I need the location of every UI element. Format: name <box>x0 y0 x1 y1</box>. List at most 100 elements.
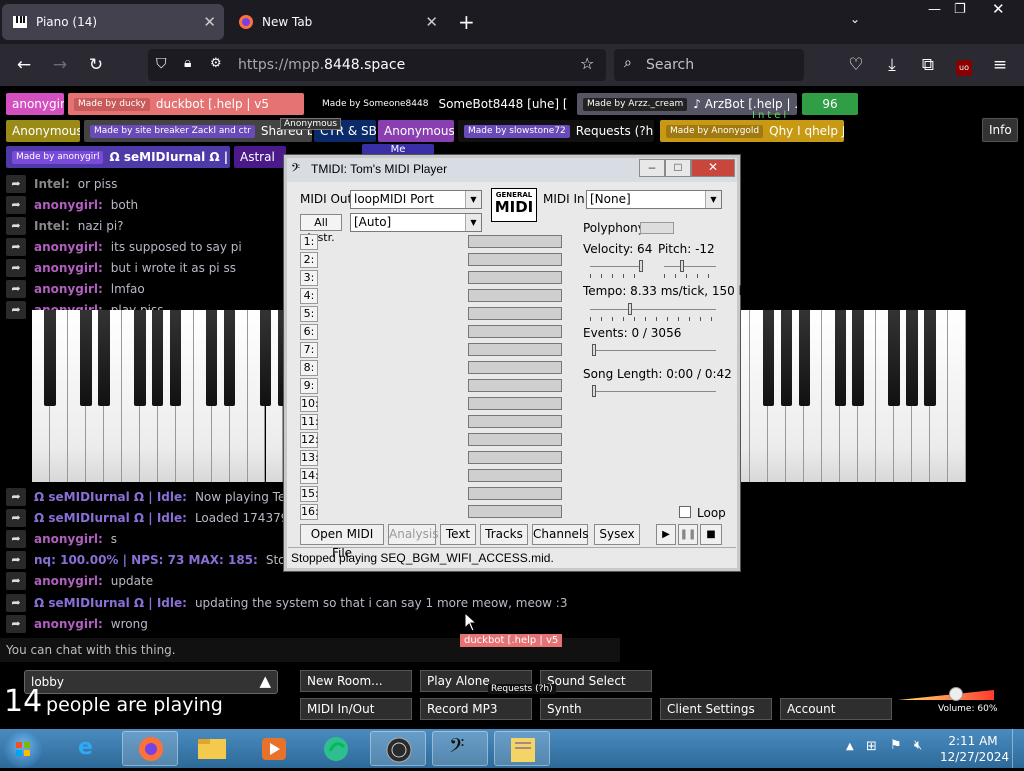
participant-duckbot[interactable]: Made by ducky duckbot [.help | v5 <box>68 93 304 115</box>
pause-icon[interactable]: ❚❚ <box>678 524 698 545</box>
participant-somebot[interactable]: Made by Someone8448 SomeBot8448 [uhe] [ <box>312 93 572 115</box>
chat-author[interactable]: nq: 100.00% | NPS: 73 MAX: 185: <box>34 553 258 567</box>
taskbar-midi-icon[interactable] <box>370 731 426 766</box>
channel-button[interactable]: 13: <box>300 450 319 466</box>
pocket-icon[interactable]: ♡ <box>844 53 868 77</box>
channel-button[interactable]: 12: <box>300 432 319 448</box>
channel-button[interactable]: 1: <box>300 234 318 250</box>
url-text[interactable]: https://mpp.8448.space <box>238 57 405 73</box>
volume-slider[interactable] <box>898 687 994 702</box>
tab-new-tab[interactable]: New Tab ✕ <box>228 4 446 40</box>
sound-select-button[interactable]: Sound Select <box>540 670 652 692</box>
tmidi-close-icon[interactable]: ✕ <box>691 159 735 177</box>
piano-black-key[interactable] <box>906 310 918 406</box>
forward-arrow-icon[interactable]: → <box>48 53 72 77</box>
reply-arrow-icon[interactable]: ➦ <box>6 216 26 235</box>
reply-arrow-icon[interactable]: ➦ <box>6 551 26 570</box>
channel-button[interactable]: 15: <box>300 486 319 502</box>
reply-arrow-icon[interactable]: ➦ <box>6 174 26 193</box>
chat-author[interactable]: Ω seMIDIurnal Ω | Idle: <box>34 596 187 610</box>
room-dropdown-icon[interactable]: ▲ <box>259 672 271 690</box>
loop-checkbox[interactable] <box>679 506 691 518</box>
song-position-thumb[interactable] <box>592 385 596 397</box>
reply-arrow-icon[interactable]: ➦ <box>6 614 26 633</box>
piano-white-key[interactable] <box>948 310 966 482</box>
participant-anonymous-2[interactable]: Anonymous <box>378 120 454 142</box>
channel-button[interactable]: 16: <box>300 504 319 520</box>
reply-arrow-icon[interactable]: ➦ <box>6 593 26 612</box>
piano-black-key[interactable] <box>169 310 182 406</box>
tab-piano[interactable]: Piano (14) ✕ <box>2 4 224 40</box>
piano-black-key[interactable] <box>98 310 110 406</box>
velocity-slider[interactable] <box>590 266 642 267</box>
piano-black-key[interactable] <box>924 310 936 406</box>
reply-arrow-icon[interactable]: ➦ <box>6 237 26 256</box>
show-desktop-button[interactable] <box>1012 729 1024 768</box>
pitch-slider[interactable] <box>664 266 716 267</box>
downloads-icon[interactable]: ⤓ <box>880 53 904 77</box>
piano-black-key[interactable] <box>762 310 775 406</box>
piano-black-key[interactable] <box>44 310 56 406</box>
velocity-slider-thumb[interactable] <box>639 260 643 272</box>
text-button[interactable]: Text <box>440 524 476 545</box>
piano-black-key[interactable] <box>798 310 811 406</box>
participant-anonygirl[interactable]: anonygirl <box>6 93 64 115</box>
reply-arrow-icon[interactable]: ➦ <box>6 487 26 506</box>
close-window-icon[interactable]: ✕ <box>992 0 1005 18</box>
channel-button[interactable]: 3: <box>300 270 318 286</box>
chat-author[interactable]: Intel: <box>34 219 70 233</box>
back-arrow-icon[interactable]: ← <box>12 53 36 77</box>
participant-96[interactable]: 96 <box>802 93 858 115</box>
chat-author[interactable]: anonygirl: <box>34 574 103 588</box>
ublock-icon[interactable]: uo <box>952 53 976 77</box>
all-instr-button[interactable]: All Instr. <box>300 214 342 244</box>
info-button[interactable]: Info <box>982 118 1018 142</box>
client-settings-button[interactable]: Client Settings <box>660 698 772 720</box>
taskbar-explorer-icon[interactable] <box>184 731 240 766</box>
tempo-slider-thumb[interactable] <box>628 303 632 315</box>
chat-author[interactable]: anonygirl: <box>34 240 103 254</box>
list-tabs-chevron-icon[interactable]: ⌄ <box>850 12 860 26</box>
chat-author[interactable]: Ω seMIDIurnal Ω | Idle: <box>34 511 187 525</box>
piano-black-key[interactable] <box>259 310 272 406</box>
action-center-flag-icon[interactable]: ⚑ <box>890 738 902 753</box>
taskbar-ie-icon[interactable]: e <box>62 731 118 766</box>
participant-anonymous-1[interactable]: Anonymous <box>6 120 80 142</box>
start-button[interactable] <box>4 730 42 768</box>
chat-author[interactable]: anonygirl: <box>34 198 103 212</box>
piano-black-key[interactable] <box>852 310 864 406</box>
piano-black-key[interactable] <box>151 310 164 406</box>
midi-in-select[interactable]: [None] ▼ <box>586 190 722 209</box>
events-slider[interactable] <box>592 350 716 351</box>
stop-icon[interactable]: ■ <box>700 524 722 545</box>
participant-astral[interactable]: Astral <box>234 146 286 168</box>
url-bar[interactable]: ⛉ 🔒︎ ⚙ https://mpp.8448.space ☆ <box>148 49 606 81</box>
channel-button[interactable]: 10: <box>300 396 319 412</box>
piano-black-key[interactable] <box>134 310 146 406</box>
channel-button[interactable]: 4: <box>300 288 318 304</box>
reply-arrow-icon[interactable]: ➦ <box>6 195 26 214</box>
participant-semidiurnal[interactable]: Made by anonygirlΩ seMIDIurnal Ω | Idle <box>6 146 230 168</box>
channel-button[interactable]: 6: <box>300 324 318 340</box>
channel-button[interactable]: 8: <box>300 360 318 376</box>
tempo-slider[interactable] <box>590 309 716 310</box>
participant-requests[interactable]: Made by slowstone72 Requests (?h) <box>458 120 654 142</box>
menu-hamburger-icon[interactable]: ≡ <box>988 53 1012 77</box>
taskbar-app-icon[interactable] <box>308 731 364 766</box>
record-mp3-button[interactable]: Record MP3 <box>420 698 532 720</box>
taskbar-firefox-icon[interactable] <box>122 731 178 766</box>
instrument-select[interactable]: [Auto] ▼ <box>350 213 482 232</box>
channel-button[interactable]: 11: <box>300 414 319 430</box>
analysis-button[interactable]: Analysis <box>388 524 438 545</box>
midi-out-select[interactable]: loopMIDI Port ▼ <box>350 190 482 209</box>
reply-arrow-icon[interactable]: ➦ <box>6 529 26 548</box>
taskbar-tmidi-icon[interactable]: 𝄢 <box>432 731 488 766</box>
participant-shared-bot[interactable]: Made by site breaker Zackl and ctr Shared… <box>84 120 312 142</box>
chat-author[interactable]: Intel: <box>34 177 70 191</box>
song-position-slider[interactable] <box>592 391 716 392</box>
taskbar-media-player-icon[interactable] <box>246 731 302 766</box>
volume-muted-icon[interactable]: 🔇︎ <box>914 738 922 753</box>
chat-author[interactable]: anonygirl: <box>34 532 103 546</box>
new-tab-button[interactable]: + <box>458 10 475 34</box>
chat-author[interactable]: anonygirl: <box>34 261 103 275</box>
